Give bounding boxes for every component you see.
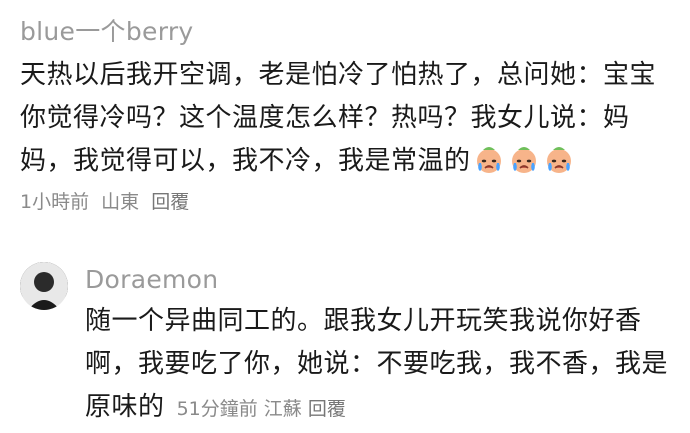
reply-button[interactable]: 回覆 bbox=[151, 191, 189, 213]
comment-meta: 1小時前 山東 回覆 bbox=[20, 187, 680, 217]
comment-text: 天热以后我开空调，老是怕冷了怕热了，总问她：宝宝你觉得冷吗？这个温度怎么样？热吗… bbox=[20, 54, 680, 183]
comment-item: blue一个berry 天热以后我开空调，老是怕冷了怕热了，总问她：宝宝你觉得冷… bbox=[20, 14, 680, 217]
comment-body: Doraemon 随一个异曲同工的。跟我女儿开玩笑我说你好香啊，我要吃了你，她说… bbox=[85, 262, 680, 431]
comment-username[interactable]: Doraemon bbox=[85, 262, 680, 298]
crying-face-icon bbox=[473, 143, 505, 175]
comment-text: 随一个异曲同工的。跟我女儿开玩笑我说你好香啊，我要吃了你，她说：不要吃我，我不香… bbox=[85, 300, 680, 431]
comment-location: 江蘇 bbox=[263, 398, 302, 420]
comment-item: Doraemon 随一个异曲同工的。跟我女儿开玩笑我说你好香啊，我要吃了你，她说… bbox=[20, 262, 680, 431]
crying-face-icon bbox=[543, 143, 575, 175]
reply-button[interactable]: 回覆 bbox=[308, 398, 346, 420]
avatar[interactable] bbox=[20, 262, 68, 310]
comment-username[interactable]: blue一个berry bbox=[20, 14, 680, 50]
comment-time: 1小時前 bbox=[20, 191, 90, 213]
comment-time: 51分鐘前 bbox=[176, 398, 258, 420]
emoji-group bbox=[473, 143, 578, 175]
crying-face-icon bbox=[508, 143, 540, 175]
comment-meta: 51分鐘前 江蘇 回覆 bbox=[171, 398, 346, 420]
comment-location: 山東 bbox=[101, 191, 140, 213]
